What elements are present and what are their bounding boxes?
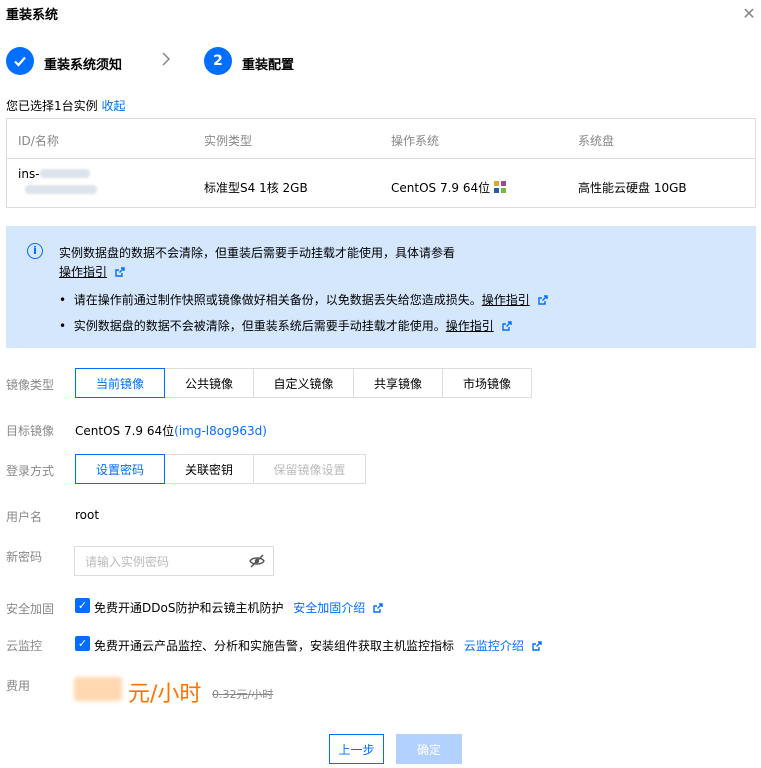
- notice-line1-link-wrap: 操作指引: [59, 263, 125, 280]
- instance-type: 标准型S4 1核 2GB: [204, 181, 308, 195]
- info-icon: i: [27, 243, 43, 259]
- notice-bullet-1: • 请在操作前通过制作快照或镜像做好相关备份，以免数据丢失给您造成损失。操作指引: [59, 291, 548, 308]
- image-type-market[interactable]: 市场镜像: [442, 368, 532, 398]
- external-link-icon: [373, 603, 383, 613]
- target-image-label: 目标镜像: [6, 424, 55, 438]
- username-value: root: [75, 508, 100, 522]
- th-id: ID/名称: [18, 134, 59, 148]
- eye-off-icon[interactable]: [249, 554, 265, 568]
- security-option: 免费开通DDoS防护和云镜主机防护 安全加固介绍: [94, 599, 383, 616]
- notice-line1: 实例数据盘的数据不会清除，但重装后需要手动挂载才能使用，具体请参看: [59, 246, 456, 260]
- login-bind-key[interactable]: 关联密钥: [164, 454, 254, 484]
- step-2-number: 2: [204, 47, 232, 75]
- security-checkbox[interactable]: ✓: [75, 598, 90, 613]
- bullet-2-guide-link[interactable]: 操作指引: [446, 319, 494, 333]
- security-text: 免费开通DDoS防护和云镜主机防护: [94, 601, 284, 615]
- image-type-label: 镜像类型: [6, 378, 55, 392]
- chevron-right-icon: [161, 52, 171, 70]
- login-method-label: 登录方式: [6, 464, 55, 478]
- notice-bullet-2: • 实例数据盘的数据不会被清除，但重装系统后需要手动挂载才能使用。操作指引: [59, 317, 512, 334]
- new-password-label: 新密码: [6, 550, 43, 564]
- external-link-icon: [115, 267, 125, 277]
- check-icon: [14, 56, 26, 67]
- close-icon[interactable]: ✕: [741, 6, 757, 22]
- image-type-current[interactable]: 当前镜像: [75, 368, 165, 398]
- selection-summary: 您已选择1台实例 收起: [6, 97, 125, 114]
- image-type-shared[interactable]: 共享镜像: [353, 368, 443, 398]
- th-disk: 系统盘: [578, 134, 615, 148]
- monitoring-text: 免费开通云产品监控、分析和实施告警，安装组件获取主机监控指标: [94, 639, 455, 653]
- info-notice: i 实例数据盘的数据不会清除，但重装后需要手动挂载才能使用，具体请参看 操作指引…: [6, 226, 756, 348]
- dialog-title: 重装系统: [6, 8, 59, 23]
- security-intro-link[interactable]: 安全加固介绍: [293, 601, 365, 615]
- bullet-1-guide-link[interactable]: 操作指引: [482, 293, 530, 307]
- bullet-dot: •: [59, 293, 74, 307]
- login-method-selector: 设置密码 关联密钥 保留镜像设置: [75, 454, 366, 484]
- selection-text: 您已选择1台实例: [6, 99, 98, 113]
- price-unit: 元/小时: [128, 682, 202, 707]
- image-id-link[interactable]: (img-l8og963d): [174, 424, 267, 438]
- table-header: ID/名称 实例类型 操作系统 系统盘: [7, 119, 755, 159]
- instance-id[interactable]: ins-: [18, 167, 90, 181]
- notice-guide-link[interactable]: 操作指引: [59, 265, 107, 279]
- step-2-label: 重装配置: [242, 58, 295, 73]
- image-type-public[interactable]: 公共镜像: [164, 368, 254, 398]
- monitoring-intro-link[interactable]: 云监控介绍: [464, 639, 524, 653]
- th-os: 操作系统: [391, 134, 440, 148]
- instance-table: ID/名称 实例类型 操作系统 系统盘 ins- 标准型S4 1核 2GB Ce…: [6, 118, 756, 208]
- centos-logo-icon: [493, 181, 506, 193]
- login-set-password[interactable]: 设置密码: [75, 454, 165, 484]
- instance-os: CentOS 7.9 64位: [391, 179, 506, 196]
- collapse-link[interactable]: 收起: [101, 99, 125, 113]
- th-type: 实例类型: [204, 134, 253, 148]
- external-link-icon: [501, 321, 512, 331]
- prev-step-button[interactable]: 上一步: [329, 734, 384, 764]
- step-1-label: 重装系统须知: [44, 58, 123, 73]
- security-label: 安全加固: [6, 602, 55, 616]
- confirm-button[interactable]: 确定: [396, 734, 462, 764]
- instance-name-redacted: [25, 185, 97, 194]
- username-label: 用户名: [6, 510, 43, 524]
- image-type-custom[interactable]: 自定义镜像: [253, 368, 354, 398]
- monitoring-option: 免费开通云产品监控、分析和实施告警，安装组件获取主机监控指标 云监控介绍: [94, 637, 542, 654]
- login-keep-image-settings: 保留镜像设置: [253, 454, 366, 484]
- monitoring-checkbox[interactable]: ✓: [75, 636, 90, 651]
- external-link-icon: [537, 295, 548, 305]
- original-price: 0.32元/小时: [212, 688, 274, 701]
- monitoring-label: 云监控: [6, 639, 43, 653]
- password-input[interactable]: [85, 553, 245, 571]
- instance-disk: 高性能云硬盘 10GB: [578, 181, 687, 195]
- fee-label: 费用: [6, 679, 31, 693]
- password-field: [74, 546, 274, 576]
- image-type-selector: 当前镜像 公共镜像 自定义镜像 共享镜像 市场镜像: [75, 368, 532, 398]
- target-image-value: CentOS 7.9 64位(img-l8og963d): [75, 424, 267, 438]
- price-redacted: [74, 677, 122, 701]
- bullet-dot: •: [59, 319, 74, 333]
- external-link-icon: [531, 641, 542, 651]
- step-done-icon: [6, 47, 34, 75]
